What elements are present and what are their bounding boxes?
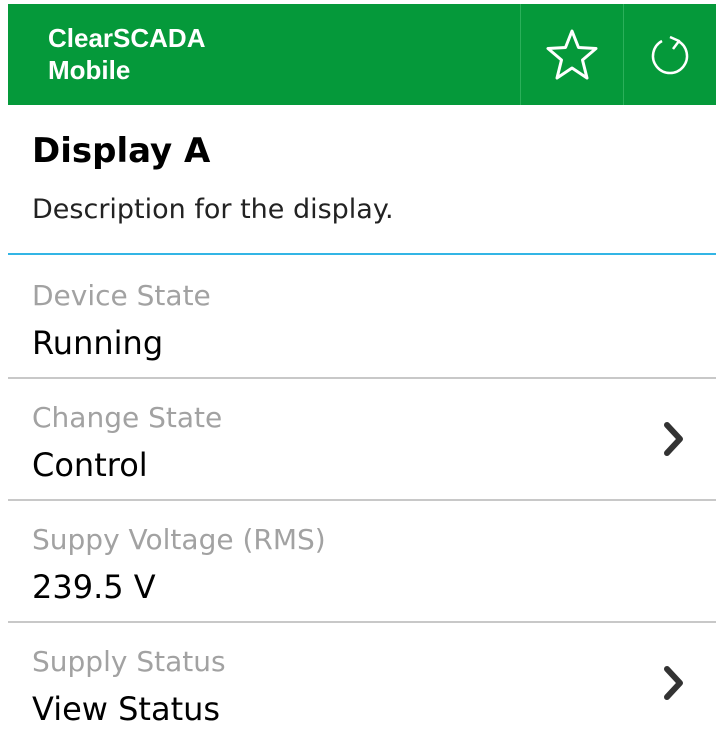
row-label: Device State bbox=[32, 279, 211, 312]
row-label: Suppy Voltage (RMS) bbox=[32, 523, 326, 556]
refresh-button[interactable] bbox=[623, 4, 716, 105]
display-description: Description for the display. bbox=[32, 194, 394, 225]
list-item-supply-voltage: Suppy Voltage (RMS) 239.5 V bbox=[8, 499, 716, 623]
favorite-button[interactable] bbox=[520, 4, 623, 105]
row-value: 239.5 V bbox=[32, 568, 156, 606]
row-label: Change State bbox=[32, 401, 223, 434]
chevron-right-icon bbox=[664, 666, 683, 700]
app-title: ClearSCADA Mobile bbox=[8, 4, 520, 105]
list-item-supply-status[interactable]: Supply Status View Status bbox=[8, 621, 716, 743]
list-item-change-state[interactable]: Change State Control bbox=[8, 377, 716, 501]
display-header: Display A Description for the display. bbox=[8, 105, 716, 255]
row-value: Running bbox=[32, 324, 164, 362]
app-bar: ClearSCADA Mobile bbox=[8, 4, 716, 105]
refresh-icon bbox=[651, 35, 689, 74]
row-value: Control bbox=[32, 446, 148, 484]
app-title-line-1: ClearSCADA bbox=[48, 23, 206, 53]
chevron-right-icon bbox=[664, 422, 683, 456]
row-value: View Status bbox=[32, 690, 221, 728]
star-outline-icon bbox=[546, 29, 598, 79]
list-item-device-state: Device State Running bbox=[8, 255, 716, 379]
display-title: Display A bbox=[32, 131, 211, 171]
row-label: Supply Status bbox=[32, 645, 226, 678]
app-title-line-2: Mobile bbox=[48, 55, 131, 85]
